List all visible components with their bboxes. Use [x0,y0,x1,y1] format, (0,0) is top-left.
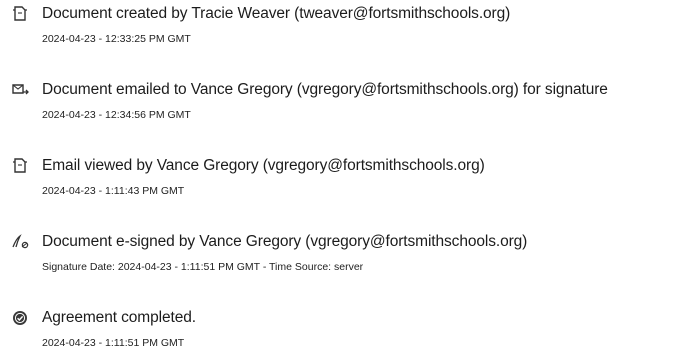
document-emailed-icon [10,80,30,100]
audit-event-document-created: Document created by Tracie Weaver (tweav… [0,4,692,54]
event-timestamp: 2024-04-23 - 1:11:51 PM GMT [42,337,185,349]
event-timestamp: 2024-04-23 - 12:34:56 PM GMT [42,109,191,121]
audit-event-document-emailed: Document emailed to Vance Gregory (vgreg… [0,80,692,130]
event-timestamp: 2024-04-23 - 1:11:43 PM GMT [42,185,185,197]
event-title: Document emailed to Vance Gregory (vgreg… [42,81,608,98]
signature-pen-icon [10,232,30,252]
event-timestamp: 2024-04-23 - 12:33:25 PM GMT [42,33,191,45]
audit-event-document-signed: Document e-signed by Vance Gregory (vgre… [0,232,692,282]
event-title: Document created by Tracie Weaver (tweav… [42,5,511,22]
event-title: Agreement completed. [42,309,196,326]
audit-event-email-viewed: Email viewed by Vance Gregory (vgregory@… [0,156,692,206]
event-title: Document e-signed by Vance Gregory (vgre… [42,233,528,250]
audit-event-agreement-completed: Agreement completed. 2024-04-23 - 1:11:5… [0,308,692,358]
event-signature-details: Signature Date: 2024-04-23 - 1:11:51 PM … [42,261,364,273]
checkmark-badge-icon [10,308,30,328]
event-title: Email viewed by Vance Gregory (vgregory@… [42,157,485,174]
document-created-icon [10,4,30,24]
email-viewed-icon [10,156,30,176]
